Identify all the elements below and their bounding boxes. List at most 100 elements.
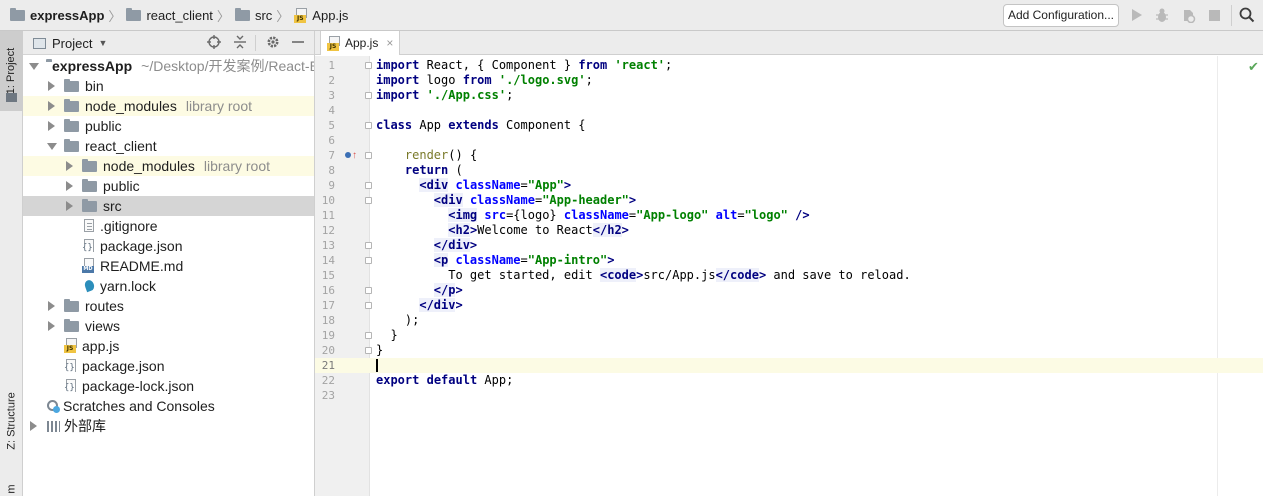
tab-app-js[interactable]: JS App.js × xyxy=(320,31,400,56)
fold-marker-icon[interactable] xyxy=(365,197,372,204)
breadcrumb-item[interactable]: react_client xyxy=(126,8,213,23)
code-line[interactable]: 9 <div className="App"> xyxy=(315,178,1263,193)
fold-marker-icon[interactable] xyxy=(365,287,372,294)
chevron-right-icon[interactable] xyxy=(48,301,55,311)
code-line[interactable]: 13 </div> xyxy=(315,238,1263,253)
code-line[interactable]: 5 class App extends Component { xyxy=(315,118,1263,133)
tree-item[interactable]: node_modules library root xyxy=(23,156,314,176)
tree-item[interactable]: routes xyxy=(23,296,314,316)
code-text: </p> xyxy=(433,283,463,297)
code-line[interactable]: 22 export default App; xyxy=(315,373,1263,388)
chevron-down-icon[interactable] xyxy=(47,142,57,150)
code-line[interactable]: 17 </div> xyxy=(315,298,1263,313)
hide-icon[interactable] xyxy=(290,35,306,51)
tree-item[interactable]: expressApp ~/Desktop/开发案例/React-E xyxy=(23,56,314,76)
tree-item[interactable]: .gitignore xyxy=(23,216,314,236)
chevron-down-icon[interactable] xyxy=(29,62,39,70)
chevron-right-icon[interactable] xyxy=(48,121,55,131)
code-lines[interactable]: 1 import React, { Component } from 'react… xyxy=(315,58,1263,403)
tree-item[interactable]: Scratches and Consoles xyxy=(23,396,314,416)
tree-item[interactable]: {} package-lock.json xyxy=(23,376,314,396)
tree-item[interactable]: public xyxy=(23,116,314,136)
tree-item[interactable]: 外部库 xyxy=(23,416,314,436)
fold-marker-icon[interactable] xyxy=(365,332,372,339)
fold-marker-icon[interactable] xyxy=(365,122,372,129)
tree-item[interactable]: src xyxy=(23,196,314,216)
fold-marker-icon[interactable] xyxy=(365,62,372,69)
fold-marker-icon[interactable] xyxy=(365,347,372,354)
folder-icon xyxy=(64,138,79,152)
code-text: ); xyxy=(376,313,420,327)
chevron-right-icon[interactable] xyxy=(48,321,55,331)
folder-icon xyxy=(64,78,79,92)
tree-item[interactable]: public xyxy=(23,176,314,196)
tree-item[interactable]: JS app.js xyxy=(23,336,314,356)
tree-item[interactable]: node_modules library root xyxy=(23,96,314,116)
tree-item[interactable]: {} package.json xyxy=(23,236,314,256)
project-view-selector[interactable]: Project ▼ xyxy=(33,31,107,55)
collapse-icon[interactable] xyxy=(232,35,248,51)
code-line[interactable]: 20} xyxy=(315,343,1263,358)
chevron-right-icon[interactable] xyxy=(66,161,73,171)
code-line[interactable]: 18 ); xyxy=(315,313,1263,328)
code-line[interactable]: 1 import React, { Component } from 'react… xyxy=(315,58,1263,73)
tree-item-label: 外部库 xyxy=(64,418,106,434)
settings-icon[interactable] xyxy=(265,35,281,51)
tree-item[interactable]: bin xyxy=(23,76,314,96)
fold-marker-icon[interactable] xyxy=(365,242,372,249)
code-text: export default App; xyxy=(376,373,514,387)
stop-icon[interactable] xyxy=(1206,7,1222,23)
chevron-right-icon: 〉 xyxy=(216,9,230,24)
folder-icon xyxy=(64,298,79,312)
debug-icon[interactable] xyxy=(1154,7,1170,23)
chevron-right-icon[interactable] xyxy=(30,421,37,431)
tree-item[interactable]: yarn.lock xyxy=(23,276,314,296)
chevron-right-icon[interactable] xyxy=(48,101,55,111)
code-line[interactable]: 6 xyxy=(315,133,1263,148)
override-method-icon[interactable]: ↑ xyxy=(345,149,357,162)
tree-item[interactable]: {} package.json xyxy=(23,356,314,376)
fold-marker-icon[interactable] xyxy=(365,152,372,159)
breadcrumb-item[interactable]: expressApp xyxy=(10,8,104,23)
fold-marker-icon[interactable] xyxy=(365,257,372,264)
breadcrumb-item[interactable]: JS App.js xyxy=(294,8,348,23)
code-line[interactable]: 21 xyxy=(315,358,1263,373)
breadcrumb-item[interactable]: src xyxy=(234,8,272,23)
json-file-icon: {} xyxy=(64,378,78,394)
code-line[interactable]: 8 return ( xyxy=(315,163,1263,178)
code-line[interactable]: 3 import './App.css'; xyxy=(315,88,1263,103)
tree-item-label: public xyxy=(85,118,122,134)
code-line[interactable]: 15 To get started, edit <code>src/App.js… xyxy=(315,268,1263,283)
chevron-right-icon[interactable] xyxy=(66,181,73,191)
code-line[interactable]: 23 xyxy=(315,388,1263,403)
locate-icon[interactable] xyxy=(206,35,222,51)
code-line[interactable]: 11 <img src={logo} className="App-logo" … xyxy=(315,208,1263,223)
add-configuration-button[interactable]: Add Configuration... xyxy=(1003,4,1119,27)
run-icon[interactable] xyxy=(1129,7,1145,23)
close-icon[interactable]: × xyxy=(386,36,393,50)
code-line[interactable]: 7 ↑ render() { xyxy=(315,148,1263,163)
chevron-right-icon[interactable] xyxy=(48,81,55,91)
code-line[interactable]: 2 import logo from './logo.svg'; xyxy=(315,73,1263,88)
code-line[interactable]: 16 </p> xyxy=(315,283,1263,298)
tree-item-label: node_modules xyxy=(103,158,195,174)
tab-bottom-toolwindow[interactable]: m xyxy=(0,481,23,496)
tab-structure-toolwindow[interactable]: Z: Structure xyxy=(0,386,23,456)
fold-marker-icon[interactable] xyxy=(365,92,372,99)
tree-item[interactable]: views xyxy=(23,316,314,336)
code-line[interactable]: 14 <p className="App-intro"> xyxy=(315,253,1263,268)
fold-marker-icon[interactable] xyxy=(365,182,372,189)
code-line[interactable]: 19 } xyxy=(315,328,1263,343)
search-icon[interactable] xyxy=(1239,7,1255,23)
coverage-icon[interactable] xyxy=(1180,7,1196,23)
fold-marker-icon[interactable] xyxy=(365,302,372,309)
code-line[interactable]: 12 <h2>Welcome to React</h2> xyxy=(315,223,1263,238)
chevron-right-icon[interactable] xyxy=(66,201,73,211)
code-text: </div> xyxy=(433,238,478,252)
folder-icon xyxy=(126,8,142,21)
code-line[interactable]: 4 xyxy=(315,103,1263,118)
tree-item[interactable]: react_client xyxy=(23,136,314,156)
tree-item[interactable]: MD README.md xyxy=(23,256,314,276)
text-file-icon xyxy=(82,218,96,234)
code-line[interactable]: 10 <div className="App-header"> xyxy=(315,193,1263,208)
